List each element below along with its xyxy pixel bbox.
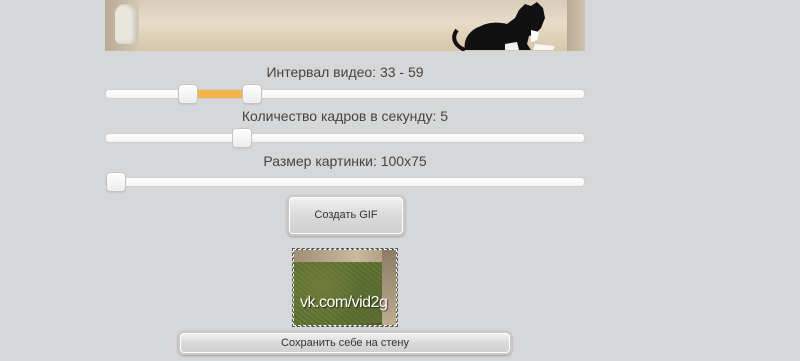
cat-image — [452, 2, 555, 51]
gif-preview: vk.com/vid2g — [292, 248, 398, 327]
fps-label: Количество кадров в секунду: 5 — [241, 108, 449, 124]
interval-start-handle[interactable] — [178, 84, 198, 104]
preview-watermark: vk.com/vid2g — [300, 294, 388, 311]
preview-floor-right — [382, 250, 396, 325]
interval-slider[interactable] — [105, 84, 585, 104]
create-gif-button[interactable]: Создать GIF — [287, 195, 405, 236]
video-frame — [105, 0, 585, 51]
size-handle[interactable] — [106, 172, 126, 192]
size-slider[interactable] — [105, 172, 585, 192]
video-white-object — [115, 4, 137, 44]
size-label: Размер картинки: 100x75 — [263, 153, 427, 169]
fps-handle[interactable] — [232, 128, 252, 148]
save-to-wall-button[interactable]: Сохранить себе на стену — [178, 331, 512, 355]
interval-end-handle[interactable] — [242, 84, 262, 104]
interval-label: Интервал видео: 33 - 59 — [266, 64, 424, 80]
fps-slider[interactable] — [105, 128, 585, 148]
